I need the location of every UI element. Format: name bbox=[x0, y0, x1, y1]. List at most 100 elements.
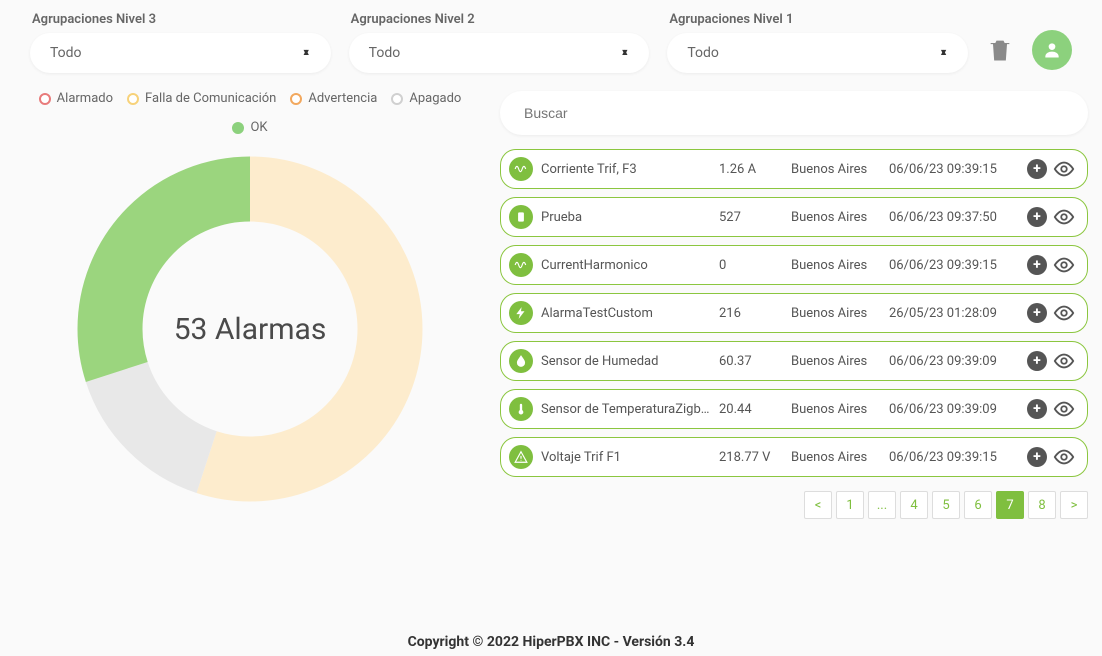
user-icon bbox=[1042, 40, 1062, 60]
alarm-value: 0 bbox=[719, 258, 783, 273]
filter-label: Agrupaciones Nivel 2 bbox=[349, 12, 650, 27]
alarm-name: CurrentHarmonico bbox=[541, 258, 711, 273]
alarm-location: Buenos Aires bbox=[791, 162, 881, 177]
filter-select-level-3[interactable]: Todo ▲▼ bbox=[30, 33, 331, 73]
add-button[interactable]: + bbox=[1027, 159, 1047, 179]
alarm-name: Voltaje Trif F1 bbox=[541, 450, 711, 465]
alarm-name: Sensor de TemperaturaZigbee bbox=[541, 402, 711, 417]
page-next[interactable]: > bbox=[1060, 491, 1088, 519]
alarm-value: 20.44 bbox=[719, 402, 783, 417]
filter-select-level-1[interactable]: Todo ▲▼ bbox=[667, 33, 968, 73]
wave-icon bbox=[509, 253, 533, 277]
eye-icon[interactable] bbox=[1053, 446, 1075, 468]
legend-item-falla[interactable]: Falla de Comunicación bbox=[127, 91, 276, 106]
alarm-location: Buenos Aires bbox=[791, 450, 881, 465]
alarm-name: Prueba bbox=[541, 210, 711, 225]
eye-icon[interactable] bbox=[1053, 302, 1075, 324]
alarm-location: Buenos Aires bbox=[791, 402, 881, 417]
legend-label: Apagado bbox=[409, 91, 461, 106]
filter-label: Agrupaciones Nivel 1 bbox=[667, 12, 968, 27]
alarm-time: 26/05/23 01:28:09 bbox=[889, 306, 1019, 321]
eye-icon[interactable] bbox=[1053, 254, 1075, 276]
thermo-icon bbox=[509, 397, 533, 421]
legend-swatch bbox=[290, 93, 302, 105]
alarm-location: Buenos Aires bbox=[791, 258, 881, 273]
chart-legend: Alarmado Falla de Comunicación Advertenc… bbox=[30, 91, 470, 135]
alarm-value: 216 bbox=[719, 306, 783, 321]
drop-icon bbox=[509, 349, 533, 373]
legend-swatch bbox=[39, 93, 51, 105]
add-button[interactable]: + bbox=[1027, 255, 1047, 275]
legend-swatch bbox=[232, 122, 244, 134]
alarm-list: Corriente Trif, F3 1.26 A Buenos Aires 06/0… bbox=[500, 149, 1088, 477]
page-1[interactable]: 1 bbox=[836, 491, 864, 519]
legend-item-ok[interactable]: OK bbox=[232, 120, 267, 135]
alarm-value: 218.77 V bbox=[719, 450, 783, 465]
alarm-location: Buenos Aires bbox=[791, 354, 881, 369]
eye-icon[interactable] bbox=[1053, 206, 1075, 228]
alarm-name: Sensor de Humedad bbox=[541, 354, 711, 369]
alarm-location: Buenos Aires bbox=[791, 306, 881, 321]
legend-item-alarmado[interactable]: Alarmado bbox=[39, 91, 113, 106]
filter-level-3: Agrupaciones Nivel 3 Todo ▲▼ bbox=[30, 12, 331, 73]
device-icon bbox=[509, 205, 533, 229]
trash-icon[interactable] bbox=[986, 36, 1014, 64]
alarm-time: 06/06/23 09:39:15 bbox=[889, 450, 1019, 465]
avatar[interactable] bbox=[1032, 30, 1072, 70]
search-input[interactable] bbox=[524, 105, 1064, 121]
wave-icon bbox=[509, 157, 533, 181]
alarm-value: 60.37 bbox=[719, 354, 783, 369]
select-value: Todo bbox=[50, 45, 82, 61]
alarm-time: 06/06/23 09:37:50 bbox=[889, 210, 1019, 225]
page-7[interactable]: 7 bbox=[996, 491, 1024, 519]
legend-swatch bbox=[391, 93, 403, 105]
alarm-row[interactable]: Sensor de Humedad 60.37 Buenos Aires 06/06/… bbox=[500, 341, 1088, 381]
alarm-row[interactable]: Corriente Trif, F3 1.26 A Buenos Aires 06/0… bbox=[500, 149, 1088, 189]
legend-label: OK bbox=[250, 120, 267, 135]
eye-icon[interactable] bbox=[1053, 158, 1075, 180]
eye-icon[interactable] bbox=[1053, 350, 1075, 372]
page-5[interactable]: 5 bbox=[932, 491, 960, 519]
donut-chart: 53 Alarmas bbox=[60, 139, 440, 519]
alarm-time: 06/06/23 09:39:09 bbox=[889, 354, 1019, 369]
filter-select-level-2[interactable]: Todo ▲▼ bbox=[349, 33, 650, 73]
add-button[interactable]: + bbox=[1027, 447, 1047, 467]
bolt-icon bbox=[509, 301, 533, 325]
legend-label: Falla de Comunicación bbox=[145, 91, 276, 106]
add-button[interactable]: + bbox=[1027, 207, 1047, 227]
legend-item-advertencia[interactable]: Advertencia bbox=[290, 91, 377, 106]
donut-center-label: 53 Alarmas bbox=[60, 139, 440, 519]
alarm-location: Buenos Aires bbox=[791, 210, 881, 225]
search-box bbox=[500, 91, 1088, 135]
alarm-row[interactable]: CurrentHarmonico 0 Buenos Aires 06/06/23 09… bbox=[500, 245, 1088, 285]
alarm-time: 06/06/23 09:39:09 bbox=[889, 402, 1019, 417]
page-prev[interactable]: < bbox=[804, 491, 832, 519]
alarm-value: 527 bbox=[719, 210, 783, 225]
page-8[interactable]: 8 bbox=[1028, 491, 1056, 519]
select-value: Todo bbox=[369, 45, 401, 61]
add-button[interactable]: + bbox=[1027, 399, 1047, 419]
alarm-time: 06/06/23 09:39:15 bbox=[889, 258, 1019, 273]
eye-icon[interactable] bbox=[1053, 398, 1075, 420]
select-value: Todo bbox=[687, 45, 719, 61]
filter-level-2: Agrupaciones Nivel 2 Todo ▲▼ bbox=[349, 12, 650, 73]
page-4[interactable]: 4 bbox=[900, 491, 928, 519]
alarm-name: AlarmaTestCustom bbox=[541, 306, 711, 321]
add-button[interactable]: + bbox=[1027, 303, 1047, 323]
pagination: <1...45678> bbox=[500, 491, 1088, 519]
page-...[interactable]: ... bbox=[868, 491, 896, 519]
filter-level-1: Agrupaciones Nivel 1 Todo ▲▼ bbox=[667, 12, 968, 73]
legend-item-apagado[interactable]: Apagado bbox=[391, 91, 461, 106]
alarm-name: Corriente Trif, F3 bbox=[541, 162, 711, 177]
footer-copyright: Copyright © 2022 HiperPBX INC - Versión … bbox=[0, 634, 1102, 650]
alarm-value: 1.26 A bbox=[719, 162, 783, 177]
alarm-row[interactable]: Prueba 527 Buenos Aires 06/06/23 09:37:50 + bbox=[500, 197, 1088, 237]
alarm-row[interactable]: AlarmaTestCustom 216 Buenos Aires 26/05/23 … bbox=[500, 293, 1088, 333]
alarm-row[interactable]: Voltaje Trif F1 218.77 V Buenos Aires 06/06… bbox=[500, 437, 1088, 477]
page-6[interactable]: 6 bbox=[964, 491, 992, 519]
alarm-time: 06/06/23 09:39:15 bbox=[889, 162, 1019, 177]
legend-label: Advertencia bbox=[308, 91, 377, 106]
filter-label: Agrupaciones Nivel 3 bbox=[30, 12, 331, 27]
add-button[interactable]: + bbox=[1027, 351, 1047, 371]
alarm-row[interactable]: Sensor de TemperaturaZigbee 20.44 Buenos A… bbox=[500, 389, 1088, 429]
